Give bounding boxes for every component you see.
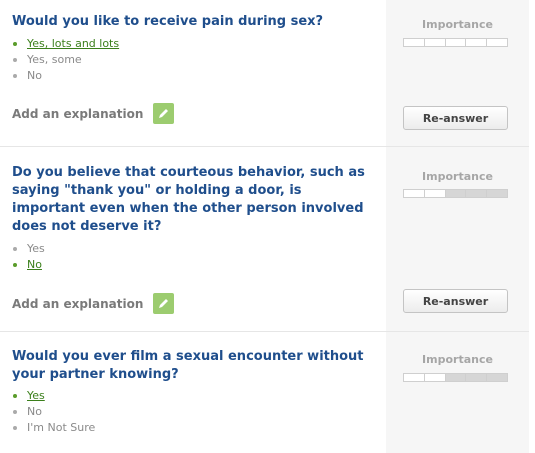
importance-panel: Importance bbox=[386, 332, 529, 453]
importance-bar[interactable] bbox=[403, 189, 508, 198]
importance-segment bbox=[446, 39, 467, 46]
importance-label: Importance bbox=[422, 170, 493, 183]
add-explanation-label: Add an explanation bbox=[12, 106, 144, 121]
importance-segment bbox=[404, 374, 425, 381]
importance-segment bbox=[487, 39, 507, 46]
importance-segment bbox=[404, 190, 425, 197]
importance-segment bbox=[425, 39, 446, 46]
question-title: Would you like to receive pain during se… bbox=[12, 14, 324, 29]
question-title: Would you ever film a sexual encounter w… bbox=[12, 349, 364, 382]
answer-option[interactable]: I'm Not Sure bbox=[12, 420, 95, 436]
answer-option[interactable]: Yes bbox=[12, 241, 45, 257]
importance-segment bbox=[466, 39, 488, 46]
importance-segment bbox=[487, 190, 507, 197]
answer-option[interactable]: No bbox=[12, 404, 95, 420]
add-explanation-label: Add an explanation bbox=[12, 296, 144, 311]
answer-list: Yes No I'm Not Sure bbox=[12, 388, 95, 436]
question-main: Would you ever film a sexual encounter w… bbox=[0, 332, 385, 453]
importance-segment bbox=[404, 39, 425, 46]
answer-list: Yes No bbox=[12, 241, 45, 273]
importance-segment bbox=[445, 190, 467, 197]
reanswer-button[interactable]: Re-answer bbox=[403, 289, 508, 313]
importance-label: Importance bbox=[422, 18, 493, 31]
importance-segment bbox=[425, 190, 446, 197]
answer-option[interactable]: Yes bbox=[12, 388, 95, 404]
importance-segment bbox=[425, 374, 446, 381]
question-card: Would you like to receive pain during se… bbox=[0, 0, 529, 147]
add-explanation-link[interactable]: Add an explanation bbox=[12, 103, 175, 124]
importance-label: Importance bbox=[422, 353, 493, 366]
question-card: Would you ever film a sexual encounter w… bbox=[0, 332, 529, 453]
reanswer-button[interactable]: Re-answer bbox=[403, 106, 508, 130]
add-explanation-link[interactable]: Add an explanation bbox=[12, 293, 175, 314]
answer-option[interactable]: Yes, lots and lots bbox=[12, 36, 119, 52]
importance-bar[interactable] bbox=[403, 373, 508, 382]
pencil-icon[interactable] bbox=[153, 293, 175, 314]
importance-segment bbox=[487, 374, 507, 381]
answer-option[interactable]: No bbox=[12, 68, 119, 84]
importance-segment bbox=[445, 374, 467, 381]
question-card: Do you believe that courteous behavior, … bbox=[0, 147, 529, 332]
question-main: Do you believe that courteous behavior, … bbox=[0, 147, 385, 331]
question-title: Do you believe that courteous behavior, … bbox=[12, 165, 365, 234]
importance-panel: Importance Re-answer bbox=[386, 147, 529, 331]
answer-option[interactable]: Yes, some bbox=[12, 52, 119, 68]
answer-list: Yes, lots and lots Yes, some No bbox=[12, 36, 119, 84]
answer-option[interactable]: No bbox=[12, 257, 45, 273]
pencil-icon[interactable] bbox=[153, 103, 175, 124]
importance-segment bbox=[466, 190, 488, 197]
importance-segment bbox=[466, 374, 488, 381]
question-main: Would you like to receive pain during se… bbox=[0, 0, 385, 146]
importance-bar[interactable] bbox=[403, 38, 508, 47]
importance-panel: Importance Re-answer bbox=[386, 0, 529, 146]
